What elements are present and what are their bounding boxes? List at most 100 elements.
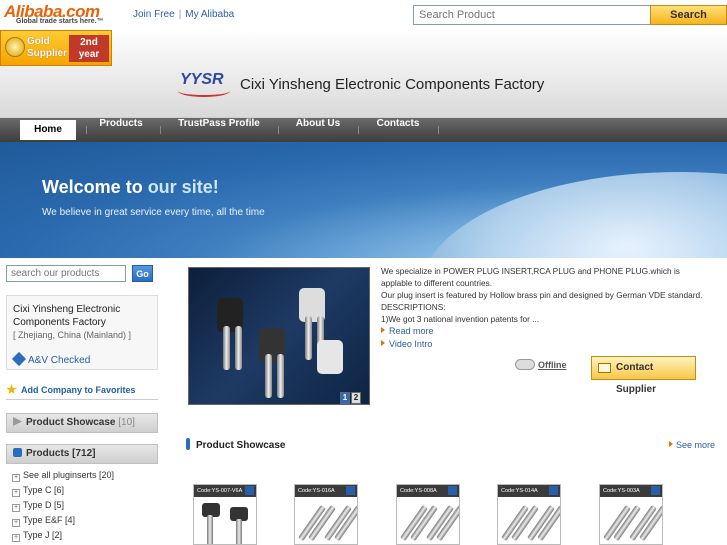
arrow-right-icon: [381, 340, 385, 346]
video-intro-label: Video Intro: [389, 339, 433, 349]
product-thumbnail[interactable]: Code:YS-014A: [497, 484, 561, 545]
brand-chip-icon: [448, 486, 457, 495]
plug-pin-shape: [207, 515, 213, 544]
read-more-link[interactable]: Read more: [381, 326, 434, 336]
products-label: Products: [26, 448, 70, 459]
product-thumbnails: Code:YS-007-V6A Code:YS-016A Code:YS-008…: [193, 484, 723, 545]
video-intro-link[interactable]: Video Intro: [381, 339, 432, 349]
expand-plus-icon[interactable]: +: [12, 534, 20, 542]
expand-plus-icon[interactable]: +: [12, 519, 20, 527]
company-card-name[interactable]: Cixi Yinsheng Electronic Components Fact…: [13, 303, 151, 329]
top-links: Join Free | My Alibaba: [133, 9, 234, 20]
product-showcase-title: Product Showcase: [186, 438, 285, 451]
my-alibaba-link[interactable]: My Alibaba: [185, 9, 234, 20]
brand-chip-icon: [651, 486, 660, 495]
global-search-input[interactable]: [413, 5, 651, 25]
arrow-right-icon: [13, 417, 22, 426]
product-search-go-button[interactable]: Go: [132, 265, 153, 282]
category-item[interactable]: + Type C [6]: [12, 485, 162, 500]
products-header[interactable]: Products [712]: [6, 444, 158, 464]
product-search-input[interactable]: [6, 265, 126, 282]
nav-home[interactable]: Home: [20, 120, 76, 140]
category-label: Type C [6]: [23, 485, 65, 495]
nav-separator: [160, 126, 161, 134]
envelope-icon: [598, 363, 611, 373]
company-logo: YYSR: [178, 70, 232, 97]
join-free-link[interactable]: Join Free: [133, 9, 175, 20]
category-item[interactable]: + See all pluginserts [20]: [12, 470, 162, 485]
contact-supplier-button[interactable]: Contact Supplier: [591, 356, 696, 395]
welcome-banner: Welcome to our site! We believe in great…: [0, 142, 727, 258]
gold-supplier-text: Gold Supplier: [27, 36, 67, 60]
global-search-button[interactable]: Search: [650, 5, 727, 25]
banner-headline: Welcome to our site!: [42, 177, 219, 198]
nav-separator: [438, 126, 439, 134]
description-line: applable to different countries.: [381, 278, 493, 288]
product-thumbnail[interactable]: Code:YS-016A: [294, 484, 358, 545]
expand-plus-icon[interactable]: +: [12, 474, 20, 482]
brand-chip-icon: [549, 486, 558, 495]
description-line: 1)We got 3 national invention patents fo…: [381, 314, 540, 324]
category-item[interactable]: + Type E&F [4]: [12, 515, 162, 530]
banner-headline-part1: Welcome to: [42, 177, 143, 197]
plug-pin-shape: [265, 354, 272, 398]
product-showcase-title-label: Product Showcase: [196, 440, 286, 451]
company-description: We specialize in POWER PLUG INSERT,RCA P…: [381, 265, 721, 325]
nav-products[interactable]: Products: [92, 118, 150, 142]
gold-supplier-line2: Supplier: [27, 48, 68, 59]
contact-supplier-label: Contact Supplier: [616, 362, 657, 395]
brand-chip-icon: [346, 486, 355, 495]
gold-supplier-years: 2nd year: [69, 35, 109, 62]
gold-supplier-badge[interactable]: Gold Supplier 2nd year: [0, 30, 112, 66]
product-showcase-header[interactable]: Product Showcase [10]: [6, 413, 158, 433]
gold-year-ordinal: 2nd: [80, 37, 98, 48]
expand-plus-icon[interactable]: +: [12, 489, 20, 497]
av-checked[interactable]: A&V Checked: [11, 351, 90, 367]
description-line: Our plug insert is featured by Hollow br…: [381, 290, 703, 300]
product-showcase-count: [10]: [118, 417, 135, 428]
company-logo-swoosh: [178, 85, 230, 97]
company-name: Cixi Yinsheng Electronic Components Fact…: [240, 76, 545, 93]
nav-trustpass-profile[interactable]: TrustPass Profile: [170, 118, 268, 142]
nav-separator: [358, 126, 359, 134]
alibaba-logo-tagline: Global trade starts here.™: [16, 18, 104, 25]
banner-subline: We believe in great service every time, …: [42, 207, 265, 218]
plug-shape: [317, 340, 343, 374]
gold-supplier-line1: Gold: [27, 36, 50, 47]
nav-contacts[interactable]: Contacts: [368, 118, 428, 142]
plug-pin-shape: [305, 316, 312, 360]
product-slideshow-image[interactable]: 123: [188, 267, 370, 405]
expand-plus-icon[interactable]: +: [12, 504, 20, 512]
product-thumbnail[interactable]: Code:YS-008A: [396, 484, 460, 545]
gold-year-word: year: [78, 49, 100, 60]
top-links-separator: |: [178, 9, 182, 20]
offline-label: Offline: [538, 360, 567, 370]
category-item[interactable]: + Type J [2]: [12, 530, 162, 545]
pager-1[interactable]: 1: [340, 392, 350, 404]
chat-bubble-icon: [515, 359, 535, 370]
products-icon: [13, 448, 22, 457]
nav-separator: [278, 126, 279, 134]
favorites-star-icon: [6, 384, 17, 395]
company-card: Cixi Yinsheng Electronic Components Fact…: [6, 295, 158, 370]
description-line: We specialize in POWER PLUG INSERT,RCA P…: [381, 266, 680, 276]
product-showcase-label: Product Showcase: [26, 417, 116, 428]
see-more-label: See more: [676, 440, 716, 450]
product-thumbnail[interactable]: Code:YS-003A: [599, 484, 663, 545]
plug-pin-shape: [236, 519, 242, 544]
category-item[interactable]: + Type D [5]: [12, 500, 162, 515]
company-card-location: [ Zhejiang, China (Mainland) ]: [13, 330, 132, 340]
pager-2[interactable]: 2: [351, 392, 361, 404]
main-nav: Home Products TrustPass Profile About Us…: [0, 118, 727, 142]
slideshow-pager: 123: [339, 391, 369, 404]
add-to-favorites[interactable]: Add Company to Favorites: [6, 384, 158, 400]
brand-chip-icon: [245, 486, 254, 495]
product-thumbnail[interactable]: Code:YS-007-V6A: [193, 484, 257, 545]
see-more-link[interactable]: See more: [669, 440, 715, 450]
offline-status[interactable]: Offline: [515, 359, 567, 370]
products-count: [712]: [72, 448, 96, 459]
global-search: Search: [413, 5, 727, 25]
nav-about-us[interactable]: About Us: [288, 118, 348, 142]
alibaba-logo[interactable]: Alibaba.com Global trade starts here.™: [4, 2, 122, 28]
add-to-favorites-label: Add Company to Favorites: [21, 385, 136, 395]
